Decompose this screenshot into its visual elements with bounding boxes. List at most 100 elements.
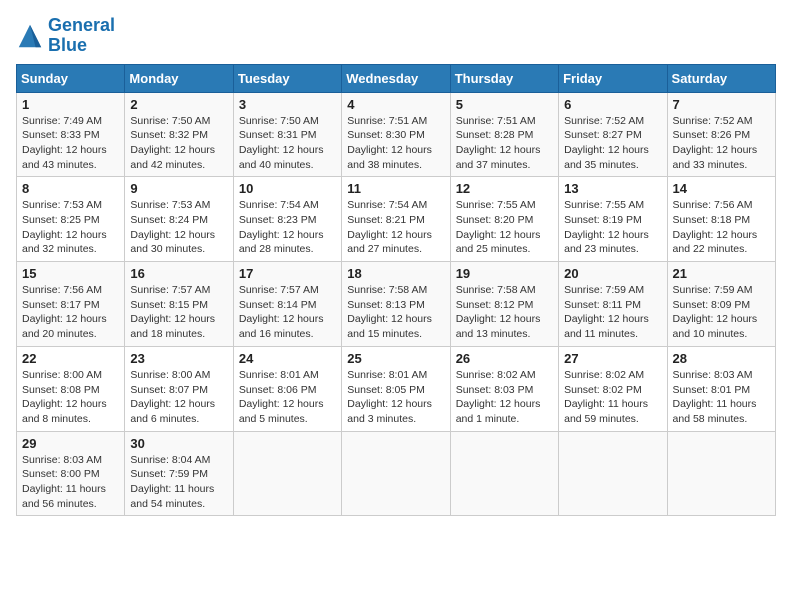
day-info: Sunrise: 7:58 AMSunset: 8:13 PMDaylight:… <box>347 283 444 342</box>
calendar-cell: 8 Sunrise: 7:53 AMSunset: 8:25 PMDaylight… <box>17 177 125 262</box>
day-info: Sunrise: 7:49 AMSunset: 8:33 PMDaylight:… <box>22 114 119 173</box>
calendar-cell: 21 Sunrise: 7:59 AMSunset: 8:09 PMDayligh… <box>667 262 775 347</box>
logo: General Blue <box>16 16 115 56</box>
calendar-cell: 19 Sunrise: 7:58 AMSunset: 8:12 PMDayligh… <box>450 262 558 347</box>
day-info: Sunrise: 7:57 AMSunset: 8:15 PMDaylight:… <box>130 283 227 342</box>
calendar-cell: 18 Sunrise: 7:58 AMSunset: 8:13 PMDayligh… <box>342 262 450 347</box>
calendar-cell: 23 Sunrise: 8:00 AMSunset: 8:07 PMDayligh… <box>125 346 233 431</box>
dow-header: Tuesday <box>233 64 341 92</box>
calendar-cell <box>233 431 341 516</box>
calendar-cell: 6 Sunrise: 7:52 AMSunset: 8:27 PMDaylight… <box>559 92 667 177</box>
dow-header: Sunday <box>17 64 125 92</box>
day-info: Sunrise: 7:51 AMSunset: 8:28 PMDaylight:… <box>456 114 553 173</box>
calendar-cell <box>667 431 775 516</box>
day-number: 9 <box>130 181 227 196</box>
calendar-cell: 24 Sunrise: 8:01 AMSunset: 8:06 PMDayligh… <box>233 346 341 431</box>
page-header: General Blue <box>16 16 776 56</box>
day-number: 15 <box>22 266 119 281</box>
calendar-cell: 30 Sunrise: 8:04 AMSunset: 7:59 PMDayligh… <box>125 431 233 516</box>
calendar-cell: 29 Sunrise: 8:03 AMSunset: 8:00 PMDayligh… <box>17 431 125 516</box>
day-info: Sunrise: 8:00 AMSunset: 8:08 PMDaylight:… <box>22 368 119 427</box>
day-info: Sunrise: 7:53 AMSunset: 8:24 PMDaylight:… <box>130 198 227 257</box>
calendar-cell: 25 Sunrise: 8:01 AMSunset: 8:05 PMDayligh… <box>342 346 450 431</box>
day-info: Sunrise: 8:00 AMSunset: 8:07 PMDaylight:… <box>130 368 227 427</box>
day-number: 10 <box>239 181 336 196</box>
calendar-cell <box>559 431 667 516</box>
day-number: 22 <box>22 351 119 366</box>
calendar-table: SundayMondayTuesdayWednesdayThursdayFrid… <box>16 64 776 517</box>
day-number: 26 <box>456 351 553 366</box>
day-number: 29 <box>22 436 119 451</box>
day-number: 27 <box>564 351 661 366</box>
calendar-cell: 7 Sunrise: 7:52 AMSunset: 8:26 PMDaylight… <box>667 92 775 177</box>
calendar-cell: 2 Sunrise: 7:50 AMSunset: 8:32 PMDaylight… <box>125 92 233 177</box>
day-number: 18 <box>347 266 444 281</box>
calendar-cell: 27Sunrise: 8:02 AMSunset: 8:02 PMDayligh… <box>559 346 667 431</box>
logo-icon <box>16 22 44 50</box>
calendar-cell: 22 Sunrise: 8:00 AMSunset: 8:08 PMDayligh… <box>17 346 125 431</box>
day-info: Sunrise: 8:03 AMSunset: 8:00 PMDaylight:… <box>22 453 119 512</box>
day-info: Sunrise: 7:54 AMSunset: 8:21 PMDaylight:… <box>347 198 444 257</box>
day-number: 11 <box>347 181 444 196</box>
day-number: 8 <box>22 181 119 196</box>
calendar-cell: 11 Sunrise: 7:54 AMSunset: 8:21 PMDayligh… <box>342 177 450 262</box>
day-info: Sunrise: 8:01 AMSunset: 8:05 PMDaylight:… <box>347 368 444 427</box>
calendar-cell <box>450 431 558 516</box>
calendar-cell: 5Sunrise: 7:51 AMSunset: 8:28 PMDaylight… <box>450 92 558 177</box>
day-number: 24 <box>239 351 336 366</box>
calendar-cell: 16 Sunrise: 7:57 AMSunset: 8:15 PMDayligh… <box>125 262 233 347</box>
calendar-cell <box>342 431 450 516</box>
day-number: 25 <box>347 351 444 366</box>
dow-header: Thursday <box>450 64 558 92</box>
calendar-cell: 10 Sunrise: 7:54 AMSunset: 8:23 PMDayligh… <box>233 177 341 262</box>
dow-header: Saturday <box>667 64 775 92</box>
day-number: 12 <box>456 181 553 196</box>
day-number: 16 <box>130 266 227 281</box>
calendar-cell: 28 Sunrise: 8:03 AMSunset: 8:01 PMDayligh… <box>667 346 775 431</box>
day-info: Sunrise: 7:54 AMSunset: 8:23 PMDaylight:… <box>239 198 336 257</box>
day-number: 7 <box>673 97 770 112</box>
day-number: 1 <box>22 97 119 112</box>
dow-header: Monday <box>125 64 233 92</box>
calendar-cell: 1 Sunrise: 7:49 AMSunset: 8:33 PMDaylight… <box>17 92 125 177</box>
day-info: Sunrise: 8:04 AMSunset: 7:59 PMDaylight:… <box>130 453 227 512</box>
calendar-cell: 3 Sunrise: 7:50 AMSunset: 8:31 PMDaylight… <box>233 92 341 177</box>
day-info: Sunrise: 7:55 AMSunset: 8:19 PMDaylight:… <box>564 198 661 257</box>
day-number: 4 <box>347 97 444 112</box>
calendar-cell: 13 Sunrise: 7:55 AMSunset: 8:19 PMDayligh… <box>559 177 667 262</box>
day-number: 23 <box>130 351 227 366</box>
calendar-cell: 4 Sunrise: 7:51 AMSunset: 8:30 PMDaylight… <box>342 92 450 177</box>
day-info: Sunrise: 7:59 AMSunset: 8:11 PMDaylight:… <box>564 283 661 342</box>
dow-header: Wednesday <box>342 64 450 92</box>
day-number: 28 <box>673 351 770 366</box>
day-info: Sunrise: 7:51 AMSunset: 8:30 PMDaylight:… <box>347 114 444 173</box>
day-info: Sunrise: 7:50 AMSunset: 8:32 PMDaylight:… <box>130 114 227 173</box>
day-number: 6 <box>564 97 661 112</box>
day-info: Sunrise: 7:56 AMSunset: 8:18 PMDaylight:… <box>673 198 770 257</box>
day-info: Sunrise: 7:58 AMSunset: 8:12 PMDaylight:… <box>456 283 553 342</box>
day-info: Sunrise: 8:03 AMSunset: 8:01 PMDaylight:… <box>673 368 770 427</box>
day-info: Sunrise: 8:02 AMSunset: 8:03 PMDaylight:… <box>456 368 553 427</box>
day-info: Sunrise: 7:56 AMSunset: 8:17 PMDaylight:… <box>22 283 119 342</box>
day-info: Sunrise: 7:59 AMSunset: 8:09 PMDaylight:… <box>673 283 770 342</box>
calendar-cell: 12Sunrise: 7:55 AMSunset: 8:20 PMDayligh… <box>450 177 558 262</box>
calendar-cell: 17Sunrise: 7:57 AMSunset: 8:14 PMDayligh… <box>233 262 341 347</box>
day-info: Sunrise: 7:53 AMSunset: 8:25 PMDaylight:… <box>22 198 119 257</box>
day-number: 21 <box>673 266 770 281</box>
day-number: 2 <box>130 97 227 112</box>
day-number: 3 <box>239 97 336 112</box>
calendar-cell: 20Sunrise: 7:59 AMSunset: 8:11 PMDayligh… <box>559 262 667 347</box>
day-number: 13 <box>564 181 661 196</box>
dow-header: Friday <box>559 64 667 92</box>
day-number: 30 <box>130 436 227 451</box>
day-info: Sunrise: 7:52 AMSunset: 8:27 PMDaylight:… <box>564 114 661 173</box>
day-info: Sunrise: 7:52 AMSunset: 8:26 PMDaylight:… <box>673 114 770 173</box>
day-info: Sunrise: 8:01 AMSunset: 8:06 PMDaylight:… <box>239 368 336 427</box>
logo-text: General Blue <box>48 16 115 56</box>
calendar-cell: 14Sunrise: 7:56 AMSunset: 8:18 PMDayligh… <box>667 177 775 262</box>
day-number: 19 <box>456 266 553 281</box>
calendar-cell: 15 Sunrise: 7:56 AMSunset: 8:17 PMDayligh… <box>17 262 125 347</box>
calendar-cell: 9 Sunrise: 7:53 AMSunset: 8:24 PMDaylight… <box>125 177 233 262</box>
day-info: Sunrise: 7:57 AMSunset: 8:14 PMDaylight:… <box>239 283 336 342</box>
day-info: Sunrise: 7:50 AMSunset: 8:31 PMDaylight:… <box>239 114 336 173</box>
